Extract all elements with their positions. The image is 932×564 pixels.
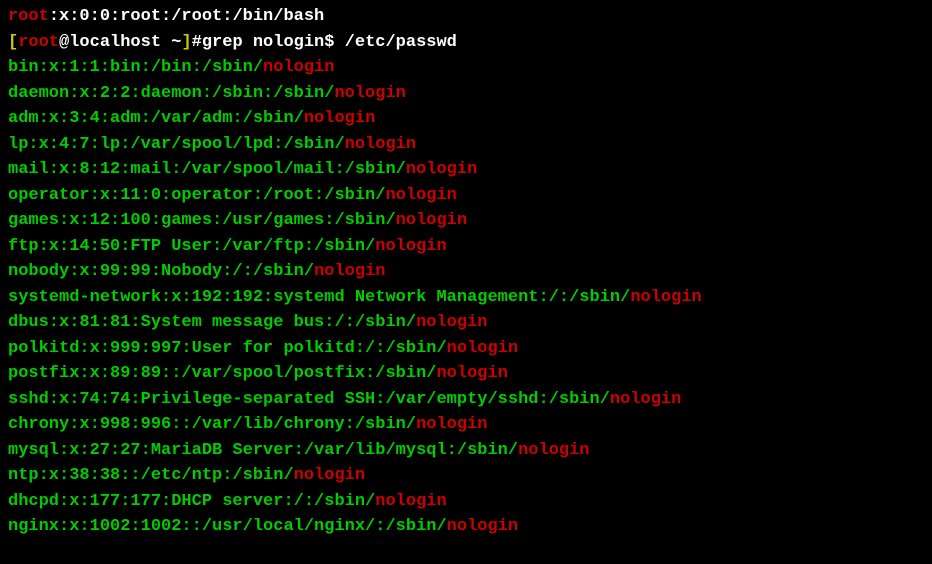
entry-prefix: dbus:x:81:81:System message bus:/:/sbin/ <box>8 313 416 332</box>
output-line: lp:x:4:7:lp:/var/spool/lpd:/sbin/nologin <box>8 132 924 158</box>
output-line: nginx:x:1002:1002::/usr/local/nginx/:/sb… <box>8 514 924 540</box>
output-line: sshd:x:74:74:Privilege-separated SSH:/va… <box>8 387 924 413</box>
output-line: polkitd:x:999:997:User for polkitd:/:/sb… <box>8 336 924 362</box>
entry-prefix: bin:x:1:1:bin:/bin:/sbin/ <box>8 58 263 77</box>
entry-prefix: daemon:x:2:2:daemon:/sbin:/sbin/ <box>8 84 334 103</box>
entry-match: nologin <box>447 339 518 358</box>
entry-prefix: mail:x:8:12:mail:/var/spool/mail:/sbin/ <box>8 160 406 179</box>
entry-prefix: operator:x:11:0:operator:/root:/sbin/ <box>8 186 385 205</box>
entry-prefix: polkitd:x:999:997:User for polkitd:/:/sb… <box>8 339 447 358</box>
entry-prefix: sshd:x:74:74:Privilege-separated SSH:/va… <box>8 390 610 409</box>
output-line: adm:x:3:4:adm:/var/adm:/sbin/nologin <box>8 106 924 132</box>
grep-output: bin:x:1:1:bin:/bin:/sbin/nologindaemon:x… <box>8 55 924 540</box>
entry-match: nologin <box>314 262 385 281</box>
entry-prefix: dhcpd:x:177:177:DHCP server:/:/sbin/ <box>8 492 375 511</box>
entry-match: nologin <box>630 288 701 307</box>
bracket-close: ] <box>181 33 191 52</box>
output-line: games:x:12:100:games:/usr/games:/sbin/no… <box>8 208 924 234</box>
prompt-hash: # <box>192 33 202 52</box>
entry-match: nologin <box>385 186 456 205</box>
entry-prefix: nginx:x:1002:1002::/usr/local/nginx/:/sb… <box>8 517 447 536</box>
prompt-host: @localhost ~ <box>59 33 181 52</box>
prompt-user: root <box>18 33 59 52</box>
entry-prefix: postfix:x:89:89::/var/spool/postfix:/sbi… <box>8 364 436 383</box>
entry-match: nologin <box>406 160 477 179</box>
entry-match: nologin <box>294 466 365 485</box>
bracket-open: [ <box>8 33 18 52</box>
entry-match: nologin <box>416 415 487 434</box>
entry-match: nologin <box>610 390 681 409</box>
entry-match: nologin <box>304 109 375 128</box>
output-line: nobody:x:99:99:Nobody:/:/sbin/nologin <box>8 259 924 285</box>
output-line: dbus:x:81:81:System message bus:/:/sbin/… <box>8 310 924 336</box>
output-line: bin:x:1:1:bin:/bin:/sbin/nologin <box>8 55 924 81</box>
output-line: postfix:x:89:89::/var/spool/postfix:/sbi… <box>8 361 924 387</box>
output-line: systemd-network:x:192:192:systemd Networ… <box>8 285 924 311</box>
output-line: daemon:x:2:2:daemon:/sbin:/sbin/nologin <box>8 81 924 107</box>
output-line: operator:x:11:0:operator:/root:/sbin/nol… <box>8 183 924 209</box>
entry-prefix: lp:x:4:7:lp:/var/spool/lpd:/sbin/ <box>8 135 345 154</box>
entry-match: nologin <box>375 492 446 511</box>
command-prompt-line[interactable]: [root@localhost ~]#grep nologin$ /etc/pa… <box>8 30 924 56</box>
entry-match: nologin <box>396 211 467 230</box>
entry-prefix: games:x:12:100:games:/usr/games:/sbin/ <box>8 211 396 230</box>
entry-prefix: adm:x:3:4:adm:/var/adm:/sbin/ <box>8 109 304 128</box>
entry-prefix: ntp:x:38:38::/etc/ntp:/sbin/ <box>8 466 294 485</box>
entry-match: nologin <box>436 364 507 383</box>
entry-prefix: mysql:x:27:27:MariaDB Server:/var/lib/my… <box>8 441 518 460</box>
entry-prefix: ftp:x:14:50:FTP User:/var/ftp:/sbin/ <box>8 237 375 256</box>
root-rest: :x:0:0:root:/root:/bin/bash <box>49 7 324 26</box>
entry-match: nologin <box>447 517 518 536</box>
passwd-root-line: root:x:0:0:root:/root:/bin/bash <box>8 4 924 30</box>
output-line: ntp:x:38:38::/etc/ntp:/sbin/nologin <box>8 463 924 489</box>
entry-prefix: chrony:x:998:996::/var/lib/chrony:/sbin/ <box>8 415 416 434</box>
entry-match: nologin <box>345 135 416 154</box>
output-line: mysql:x:27:27:MariaDB Server:/var/lib/my… <box>8 438 924 464</box>
entry-prefix: systemd-network:x:192:192:systemd Networ… <box>8 288 630 307</box>
root-user: root <box>8 7 49 26</box>
entry-match: nologin <box>416 313 487 332</box>
entry-match: nologin <box>375 237 446 256</box>
output-line: dhcpd:x:177:177:DHCP server:/:/sbin/nolo… <box>8 489 924 515</box>
entry-match: nologin <box>263 58 334 77</box>
entry-match: nologin <box>518 441 589 460</box>
entry-prefix: nobody:x:99:99:Nobody:/:/sbin/ <box>8 262 314 281</box>
output-line: mail:x:8:12:mail:/var/spool/mail:/sbin/n… <box>8 157 924 183</box>
entry-match: nologin <box>334 84 405 103</box>
output-line: chrony:x:998:996::/var/lib/chrony:/sbin/… <box>8 412 924 438</box>
command-text: grep nologin$ /etc/passwd <box>202 33 457 52</box>
output-line: ftp:x:14:50:FTP User:/var/ftp:/sbin/nolo… <box>8 234 924 260</box>
